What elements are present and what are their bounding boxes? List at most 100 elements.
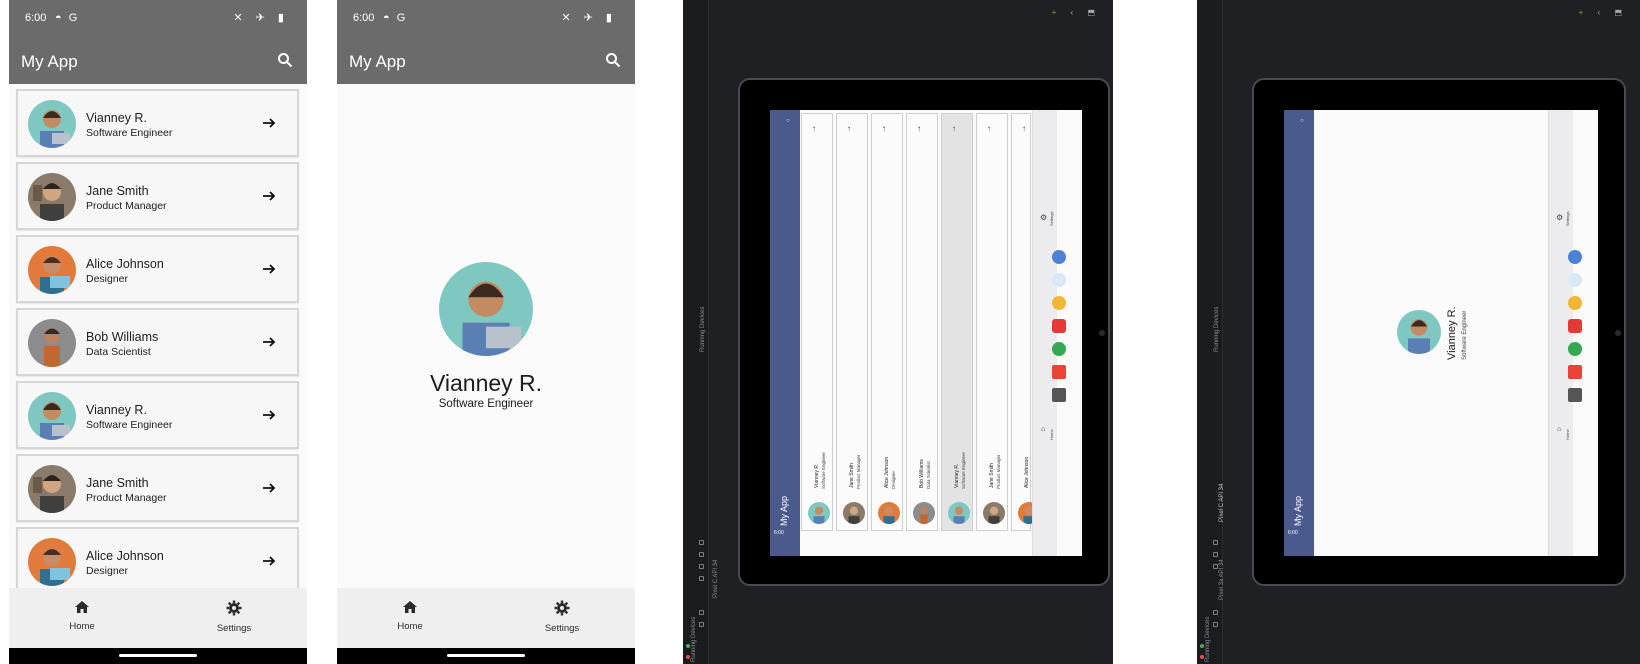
arrow-forward-icon[interactable] xyxy=(261,261,277,277)
arrow-forward-icon[interactable]: ↑ xyxy=(987,124,991,133)
device-icon[interactable]: ⬒ xyxy=(1614,8,1628,17)
contact-card[interactable]: ↑ Bob Williams Data Scientist xyxy=(906,113,938,531)
contact-card[interactable]: Jane Smith Product Manager xyxy=(16,454,299,522)
home-icon xyxy=(75,601,89,613)
device-icon[interactable]: ⬒ xyxy=(1087,8,1101,17)
app-drawer-icon[interactable] xyxy=(1052,388,1066,402)
contact-card[interactable]: Alice Johnson Designer xyxy=(16,527,299,595)
tool-icon[interactable] xyxy=(699,552,704,557)
detail-avatar xyxy=(1397,310,1441,354)
arrow-forward-icon[interactable]: ↑ xyxy=(812,124,816,133)
contact-card[interactable]: Bob Williams Data Scientist xyxy=(16,308,299,376)
contact-card[interactable]: ↑ Vianney R. Software Engineer xyxy=(801,113,833,531)
ide-left-toolbar: Running Devices Running Devices Pixel C … xyxy=(683,0,719,664)
contact-card[interactable]: ↑ Alice Johnson Designer xyxy=(871,113,903,531)
status-dot-icon xyxy=(686,644,690,648)
gear-icon[interactable]: ⚙ xyxy=(1556,213,1563,222)
contact-name: Alice Johnson xyxy=(884,456,890,488)
phone-list-screen: 6:00 ◓ G ✕ ✈ ▮ My App Vianney R. Softwar… xyxy=(9,0,307,664)
gear-icon[interactable]: ⚙ xyxy=(1040,213,1047,222)
status-time: 6:00 xyxy=(774,530,784,536)
tool-icon[interactable] xyxy=(1213,540,1218,545)
arrow-forward-icon[interactable]: ↑ xyxy=(917,124,921,133)
nav-settings[interactable]: Settings xyxy=(522,600,602,634)
ide-top-toolbar: + ‹ ⬒ xyxy=(1578,8,1628,17)
running-devices-tab[interactable]: Running Devices xyxy=(1205,617,1211,662)
arrow-forward-icon[interactable]: ↑ xyxy=(952,124,956,133)
status-dot-icon xyxy=(686,655,690,659)
arrow-forward-icon[interactable]: ↑ xyxy=(847,124,851,133)
assistant-icon[interactable] xyxy=(1568,250,1582,264)
arrow-forward-icon[interactable] xyxy=(261,188,277,204)
search-icon[interactable]: ○ xyxy=(786,118,790,124)
contact-card[interactable]: Jane Smith Product Manager xyxy=(16,162,299,230)
contact-card[interactable]: Vianney R. Software Engineer xyxy=(16,381,299,449)
chrome-icon[interactable] xyxy=(1052,342,1066,356)
contact-name: Vianney R. xyxy=(86,403,147,417)
contact-card-selected[interactable]: ↑ Vianney R. Software Engineer xyxy=(941,113,973,531)
tool-icon[interactable] xyxy=(699,540,704,545)
avatar xyxy=(948,502,970,524)
tool-icon[interactable] xyxy=(699,610,704,615)
device-tab[interactable]: Pixel C API 34 xyxy=(713,560,719,598)
search-icon[interactable] xyxy=(277,52,293,68)
youtube-icon[interactable] xyxy=(1568,319,1582,333)
contact-role: Designer xyxy=(86,273,129,285)
nav-home[interactable]: Home xyxy=(370,600,450,632)
contact-card[interactable]: ↑ Alice Johnson xyxy=(1011,113,1040,531)
contact-role: Data Scientist xyxy=(926,461,931,489)
tool-icon[interactable] xyxy=(1213,622,1218,627)
search-icon[interactable]: ○ xyxy=(1300,118,1304,124)
photos-icon[interactable] xyxy=(1052,296,1066,310)
detail-name: Vianney R. xyxy=(1446,306,1458,360)
app-drawer-icon[interactable] xyxy=(1568,388,1582,402)
tool-icon[interactable] xyxy=(1213,610,1218,615)
contact-role: Designer xyxy=(891,470,896,489)
device-tab-active[interactable]: Pixel C API 34 xyxy=(1219,484,1225,522)
running-devices-tab[interactable]: Running Devices xyxy=(691,617,697,662)
home-indicator[interactable] xyxy=(119,654,197,657)
photos-icon[interactable] xyxy=(1568,296,1582,310)
contact-name: Jane Smith xyxy=(849,462,855,488)
avatar xyxy=(843,502,865,524)
home-indicator[interactable] xyxy=(447,654,525,657)
nav-settings[interactable]: Settings xyxy=(194,600,274,634)
chrome-icon[interactable] xyxy=(1568,342,1582,356)
home-icon[interactable]: ⌂ xyxy=(1041,426,1045,433)
bottom-navigation: Home Settings xyxy=(337,588,635,648)
tool-icon[interactable] xyxy=(1213,552,1218,557)
search-icon[interactable] xyxy=(605,52,621,68)
gmail-icon[interactable] xyxy=(1568,365,1582,379)
status-time: 6:00 xyxy=(25,12,47,24)
arrow-forward-icon[interactable] xyxy=(261,553,277,569)
youtube-icon[interactable] xyxy=(1052,319,1066,333)
contact-role: Software Engineer xyxy=(821,451,826,489)
nav-home[interactable]: Home xyxy=(42,600,122,632)
avatar xyxy=(28,319,76,367)
tool-icon[interactable] xyxy=(699,564,704,569)
contact-card[interactable]: Vianney R. Software Engineer xyxy=(16,89,299,157)
gmail-icon[interactable] xyxy=(1052,365,1066,379)
arrow-forward-icon[interactable]: ↑ xyxy=(1022,124,1026,133)
contact-role: Data Scientist xyxy=(86,346,151,358)
run-icon[interactable]: + xyxy=(1052,8,1063,17)
tool-icon[interactable] xyxy=(699,622,704,627)
assistant-icon[interactable] xyxy=(1052,250,1066,264)
contact-card[interactable]: Alice Johnson Designer xyxy=(16,235,299,303)
run-icon[interactable]: + xyxy=(1579,8,1590,17)
tool-icon[interactable] xyxy=(1213,564,1218,569)
phone-icon[interactable] xyxy=(1568,273,1582,287)
tool-icon[interactable] xyxy=(699,576,704,581)
device-tab[interactable]: Pixel 3a API 34 xyxy=(1219,559,1225,600)
arrow-forward-icon[interactable] xyxy=(261,480,277,496)
arrow-forward-icon[interactable] xyxy=(261,334,277,350)
home-icon[interactable]: ⌂ xyxy=(1557,426,1561,433)
contact-name: Vianney R. xyxy=(86,111,147,125)
phone-icon[interactable] xyxy=(1052,273,1066,287)
contact-card[interactable]: ↑ Jane Smith Product Manager xyxy=(976,113,1008,531)
arrow-forward-icon[interactable]: ↑ xyxy=(882,124,886,133)
arrow-forward-icon[interactable] xyxy=(261,115,277,131)
contact-card[interactable]: ↑ Jane Smith Product Manager xyxy=(836,113,868,531)
arrow-forward-icon[interactable] xyxy=(261,407,277,423)
nav-home-label: Home xyxy=(397,621,423,632)
